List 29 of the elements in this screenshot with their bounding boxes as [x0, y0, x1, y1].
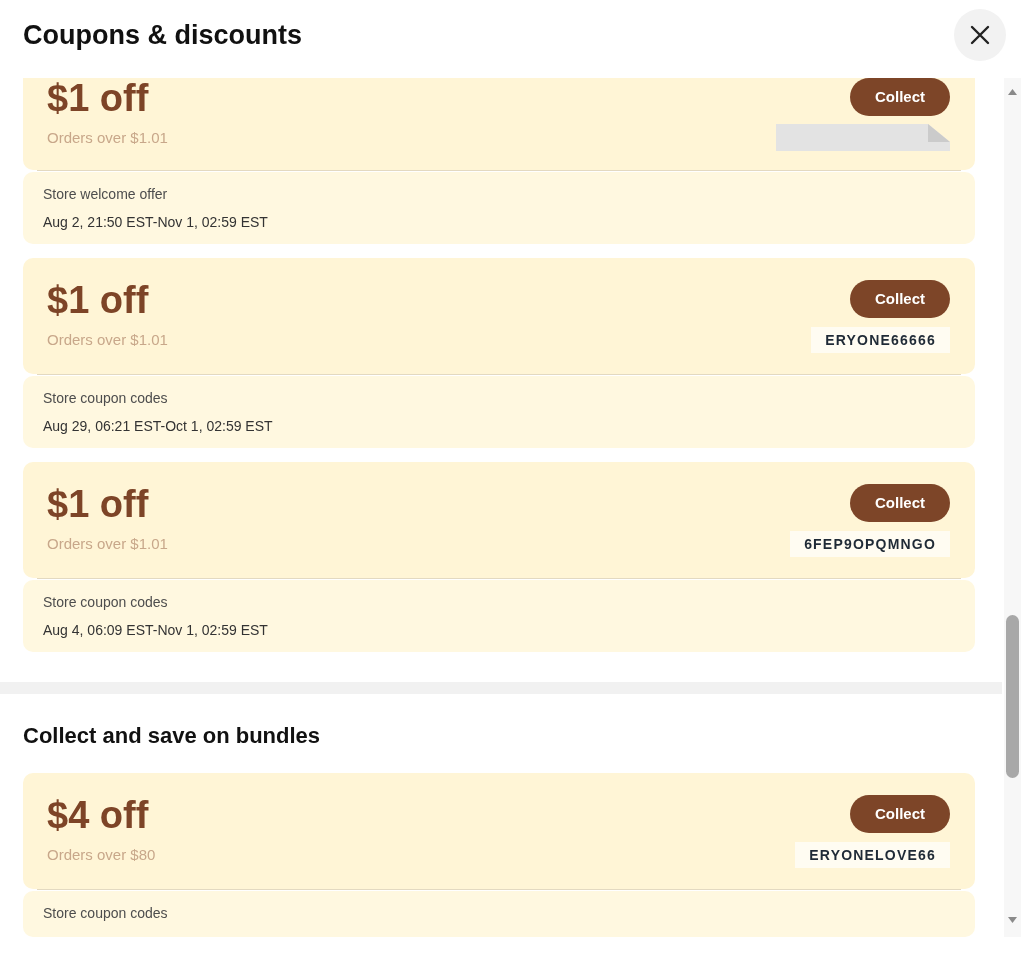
collect-button[interactable]: Collect — [850, 78, 950, 116]
page-title: Coupons & discounts — [23, 19, 302, 51]
collect-button[interactable]: Collect — [850, 484, 950, 522]
validity-period: Aug 29, 06:21 EST-Oct 1, 02:59 EST — [43, 417, 273, 435]
order-minimum: Orders over $1.01 — [47, 534, 168, 554]
close-icon — [970, 25, 990, 45]
discount-amount: $1 off — [47, 484, 149, 524]
offer-type: Store coupon codes — [43, 593, 168, 611]
discount-amount: $1 off — [47, 78, 149, 118]
scrollbar-thumb[interactable] — [1006, 615, 1019, 778]
close-button[interactable] — [954, 9, 1006, 61]
offer-type: Store welcome offer — [43, 185, 168, 203]
collect-button[interactable]: Collect — [850, 795, 950, 833]
offer-type: Store coupon codes — [43, 904, 168, 922]
scroll-up-arrow-icon[interactable] — [1008, 89, 1017, 95]
discount-amount: $4 off — [47, 795, 149, 835]
validity-period: Aug 4, 06:09 EST-Nov 1, 02:59 EST — [43, 621, 268, 639]
order-minimum: Orders over $1.01 — [47, 330, 168, 350]
coupon-code: 6FEP9OPQMNGO — [790, 531, 950, 557]
order-minimum: Orders over $1.01 — [47, 128, 168, 148]
discount-amount: $1 off — [47, 280, 149, 320]
coupon-code: ERYONELOVE66 — [795, 842, 950, 868]
section-heading: Collect and save on bundles — [23, 722, 321, 750]
offer-type: Store coupon codes — [43, 389, 168, 407]
order-minimum: Orders over $80 — [47, 845, 156, 865]
coupon-code: ERYONE66666 — [811, 327, 950, 353]
collect-button[interactable]: Collect — [850, 280, 950, 318]
scroll-down-arrow-icon[interactable] — [1008, 917, 1017, 923]
validity-period: Aug 2, 21:50 EST-Nov 1, 02:59 EST — [43, 213, 268, 231]
